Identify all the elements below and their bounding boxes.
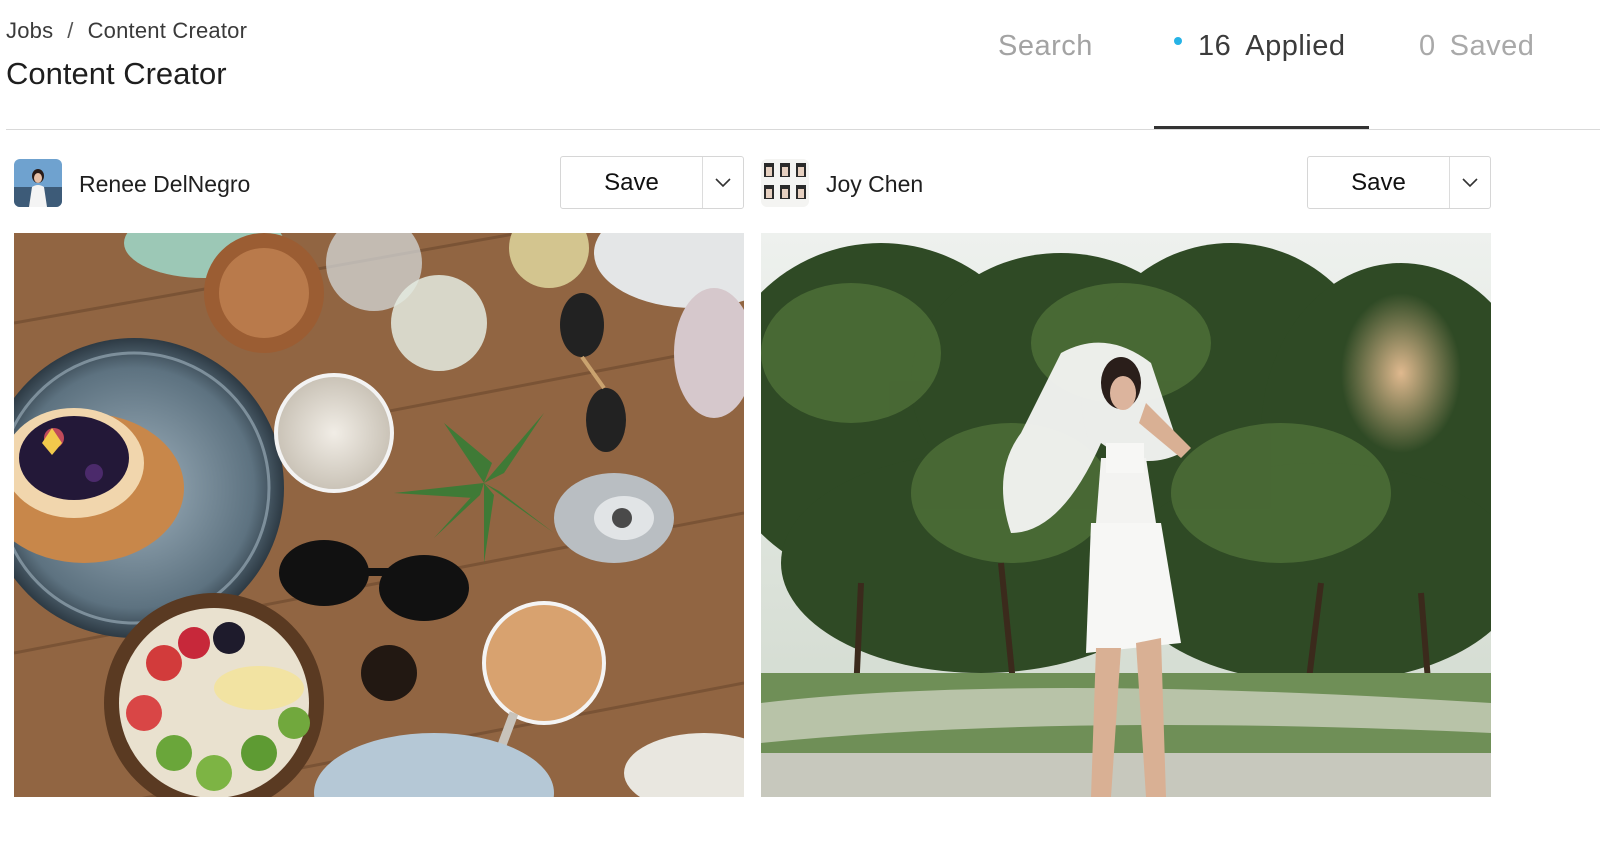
save-options-dropdown[interactable]: [1450, 157, 1490, 208]
chevron-down-icon: [715, 177, 731, 187]
header-divider: [6, 129, 1600, 130]
tab-saved[interactable]: 0 Saved: [1419, 30, 1534, 63]
portfolio-photo[interactable]: [761, 233, 1491, 797]
tab-applied[interactable]: 16 Applied: [1174, 30, 1346, 63]
portfolio-photo[interactable]: [14, 233, 744, 797]
save-options-dropdown[interactable]: [703, 157, 743, 208]
candidate-name[interactable]: Renee DelNegro: [79, 171, 250, 198]
avatar[interactable]: [761, 159, 809, 207]
save-button[interactable]: Save: [1308, 157, 1450, 208]
breadcrumb-current: Content Creator: [87, 18, 248, 43]
tab-saved-count: 0: [1419, 30, 1436, 62]
breadcrumb-jobs-link[interactable]: Jobs: [6, 18, 53, 43]
save-button[interactable]: Save: [561, 157, 703, 208]
candidate-card-header: Renee DelNegro Save: [14, 155, 744, 211]
breadcrumb-separator: /: [67, 18, 74, 43]
candidate-card-header: Joy Chen Save: [761, 155, 1491, 211]
active-tab-underline: [1154, 126, 1369, 129]
candidate-card: Renee DelNegro Save: [14, 155, 744, 797]
tab-search[interactable]: Search: [998, 30, 1138, 63]
avatar[interactable]: [14, 159, 62, 207]
save-split-button: Save: [1307, 156, 1491, 209]
candidate-name[interactable]: Joy Chen: [826, 171, 923, 198]
save-split-button: Save: [560, 156, 744, 209]
chevron-down-icon: [1462, 177, 1478, 187]
tab-saved-label: Saved: [1449, 30, 1535, 62]
tab-applied-label: Applied: [1245, 30, 1346, 62]
page-title: Content Creator: [6, 56, 227, 91]
candidate-card: Joy Chen Save: [761, 155, 1491, 797]
tab-search-label: Search: [998, 30, 1093, 62]
tab-applied-count: 16: [1198, 30, 1232, 62]
active-indicator-dot: [1174, 37, 1182, 46]
breadcrumb: Jobs / Content Creator: [6, 18, 247, 44]
